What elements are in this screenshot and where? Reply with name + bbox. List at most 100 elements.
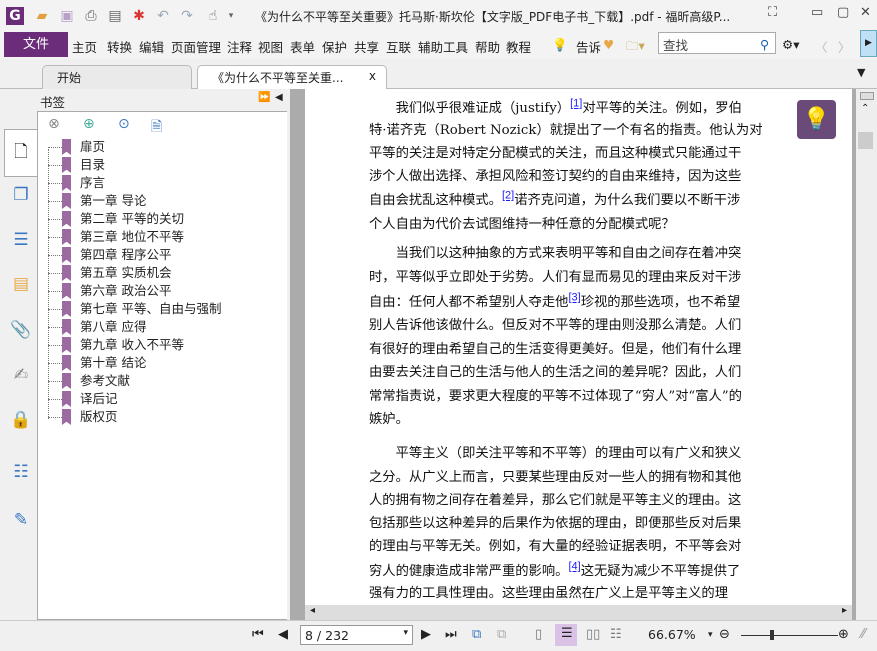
scan-icon[interactable]: ▤ bbox=[106, 7, 124, 25]
bookmark-item[interactable]: 第六章 政治公平 bbox=[37, 282, 287, 300]
layers-icon[interactable]: ☰ bbox=[10, 229, 32, 251]
open-icon[interactable]: ▰ bbox=[33, 7, 51, 25]
fullscreen-icon[interactable]: ⛶ bbox=[768, 5, 777, 20]
continuous-facing-icon[interactable]: ☷ bbox=[610, 627, 622, 642]
bookmark-item[interactable]: 第九章 收入不平等 bbox=[37, 336, 287, 354]
zoom-dropdown-icon[interactable]: ▾ bbox=[708, 630, 713, 640]
signature-icon[interactable]: ✍ bbox=[10, 364, 32, 386]
next-view-icon[interactable]: ⧉ bbox=[497, 627, 506, 642]
footnote-link[interactable]: [1] bbox=[570, 98, 582, 110]
prev-arrow-icon[interactable]: 〈 bbox=[815, 37, 828, 56]
tab-list-dropdown-icon[interactable]: ▼ bbox=[857, 66, 865, 79]
attachment-icon[interactable]: 📎 bbox=[10, 319, 32, 341]
bookmark-item[interactable]: 第二章 平等的关切 bbox=[37, 210, 287, 228]
lightbulb-icon[interactable]: 💡 bbox=[552, 37, 568, 53]
menu-item[interactable]: 页面管理 bbox=[171, 37, 221, 56]
find-folder-icon[interactable]: 🗀▾ bbox=[626, 37, 645, 58]
minimize-button[interactable]: ▭ bbox=[811, 5, 823, 20]
pages-thumbnail-icon[interactable]: ❐ bbox=[10, 184, 32, 206]
tell-me-button[interactable]: 告诉 bbox=[576, 37, 601, 56]
bookmark-item[interactable]: 序言 bbox=[37, 174, 287, 192]
security-lock-icon[interactable]: 🔒 bbox=[10, 409, 32, 431]
print-icon[interactable]: ⎙ bbox=[82, 7, 100, 25]
go-to-bookmark-icon[interactable]: ⊙ bbox=[118, 116, 130, 132]
first-page-icon[interactable]: ⏮ bbox=[252, 627, 264, 642]
continuous-page-button[interactable]: ☰ bbox=[555, 624, 577, 646]
redo-icon[interactable]: ↷ bbox=[178, 7, 196, 25]
zoom-level[interactable]: 66.67% bbox=[648, 627, 696, 642]
bookmark-item[interactable]: 第十章 结论 bbox=[37, 354, 287, 372]
scroll-thumb[interactable] bbox=[858, 132, 873, 149]
horizontal-scrollbar[interactable]: ◂ ▸ bbox=[305, 605, 852, 620]
menu-item[interactable]: 转换 bbox=[107, 37, 132, 56]
new-icon[interactable]: ✱ bbox=[130, 7, 148, 25]
ribbon-scroll-right-button[interactable]: ▶ bbox=[860, 30, 877, 57]
footnote-link[interactable]: [3] bbox=[568, 292, 580, 304]
previous-view-icon[interactable]: ⧉ bbox=[472, 627, 481, 642]
zoom-out-icon[interactable]: ⊖ bbox=[719, 627, 730, 642]
bookmark-item[interactable]: 第八章 应得 bbox=[37, 318, 287, 336]
file-menu-button[interactable]: 文件 bbox=[4, 32, 68, 57]
comments-icon[interactable]: ▤ bbox=[10, 273, 32, 295]
tab-start[interactable]: 开始 bbox=[42, 65, 192, 89]
bookmark-item[interactable]: 参考文献 bbox=[37, 372, 287, 390]
delete-bookmark-icon[interactable]: ⊗ bbox=[48, 116, 60, 132]
bookmark-item[interactable]: 译后记 bbox=[37, 390, 287, 408]
close-tab-icon[interactable]: x bbox=[369, 69, 376, 83]
search-input[interactable]: 查找 bbox=[658, 32, 776, 54]
collapse-panel-icon[interactable]: ◀ bbox=[275, 92, 283, 103]
footnote-link[interactable]: [4] bbox=[568, 561, 580, 573]
search-icon[interactable]: ⚲ bbox=[760, 37, 769, 52]
prev-page-icon[interactable]: ◀ bbox=[278, 627, 288, 642]
menu-item[interactable]: 帮助 bbox=[475, 37, 500, 56]
maximize-button[interactable]: ▢ bbox=[837, 5, 849, 20]
bookmark-item[interactable]: 目录 bbox=[37, 156, 287, 174]
scroll-right-icon[interactable]: ▸ bbox=[842, 605, 847, 616]
close-window-button[interactable]: ✕ bbox=[860, 5, 871, 20]
vertical-scrollbar[interactable]: ⌃ bbox=[852, 89, 877, 620]
undo-icon[interactable]: ↶ bbox=[154, 7, 172, 25]
panel-options-icon[interactable]: ⏩ bbox=[258, 92, 270, 103]
bookmark-item[interactable]: 第三章 地位不平等 bbox=[37, 228, 287, 246]
last-page-icon[interactable]: ⏭ bbox=[445, 627, 457, 642]
menu-item[interactable]: 主页 bbox=[72, 37, 97, 56]
save-icon[interactable]: ▣ bbox=[58, 7, 76, 25]
menu-item[interactable]: 互联 bbox=[386, 37, 411, 56]
bookmark-item[interactable]: 第七章 平等、自由与强制 bbox=[37, 300, 287, 318]
panel-splitter[interactable] bbox=[290, 89, 305, 620]
next-arrow-icon[interactable]: 〉 bbox=[838, 37, 851, 56]
scroll-left-icon[interactable]: ◂ bbox=[310, 605, 315, 616]
tab-document[interactable]: 《为什么不平等至关重... x bbox=[197, 65, 387, 90]
menu-item[interactable]: 视图 bbox=[258, 37, 283, 56]
tips-lightbulb-button[interactable]: 💡 bbox=[797, 100, 836, 139]
single-page-icon[interactable]: ▯ bbox=[535, 627, 542, 642]
menu-item[interactable]: 共享 bbox=[354, 37, 379, 56]
menu-item[interactable]: 注释 bbox=[227, 37, 252, 56]
menu-item[interactable]: 辅助工具 bbox=[418, 37, 468, 56]
menu-item[interactable]: 表单 bbox=[290, 37, 315, 56]
bookmark-page-icon[interactable]: 🗋 bbox=[10, 141, 32, 163]
menu-item[interactable]: 教程 bbox=[506, 37, 531, 56]
zoom-slider-thumb[interactable] bbox=[770, 630, 774, 640]
zoom-slider[interactable] bbox=[741, 635, 838, 636]
next-page-icon[interactable]: ▶ bbox=[421, 627, 431, 642]
bookmark-options-icon[interactable]: 🗎 bbox=[151, 116, 162, 140]
facing-page-icon[interactable]: ▯▯ bbox=[586, 627, 600, 642]
menu-item[interactable]: 编辑 bbox=[139, 37, 164, 56]
bookmark-item[interactable]: 版权页 bbox=[37, 408, 287, 426]
add-bookmark-icon[interactable]: ⊕ bbox=[83, 116, 95, 132]
scroll-up-icon[interactable]: ⌃ bbox=[861, 103, 869, 114]
menu-item[interactable]: 保护 bbox=[322, 37, 347, 56]
footnote-link[interactable]: [2] bbox=[502, 190, 514, 202]
feedback-heart-icon[interactable]: ♥ bbox=[603, 37, 614, 52]
bookmark-item[interactable]: 第一章 导论 bbox=[37, 192, 287, 210]
bookmark-item[interactable]: 第四章 程序公平 bbox=[37, 246, 287, 264]
bookmark-item[interactable]: 扉页 bbox=[37, 138, 287, 156]
certify-pen-icon[interactable]: ✎ bbox=[10, 509, 32, 531]
form-fields-icon[interactable]: ☷ bbox=[10, 461, 32, 483]
zoom-in-icon[interactable]: ⊕ bbox=[838, 627, 849, 642]
bookmark-item[interactable]: 第五章 实质机会 bbox=[37, 264, 287, 282]
hand-tool-icon[interactable]: ☝ bbox=[204, 7, 222, 25]
customize-dropdown-icon[interactable]: ▾ bbox=[222, 7, 240, 25]
page-number-input[interactable]: 8 / 232 ▾ bbox=[300, 625, 413, 645]
